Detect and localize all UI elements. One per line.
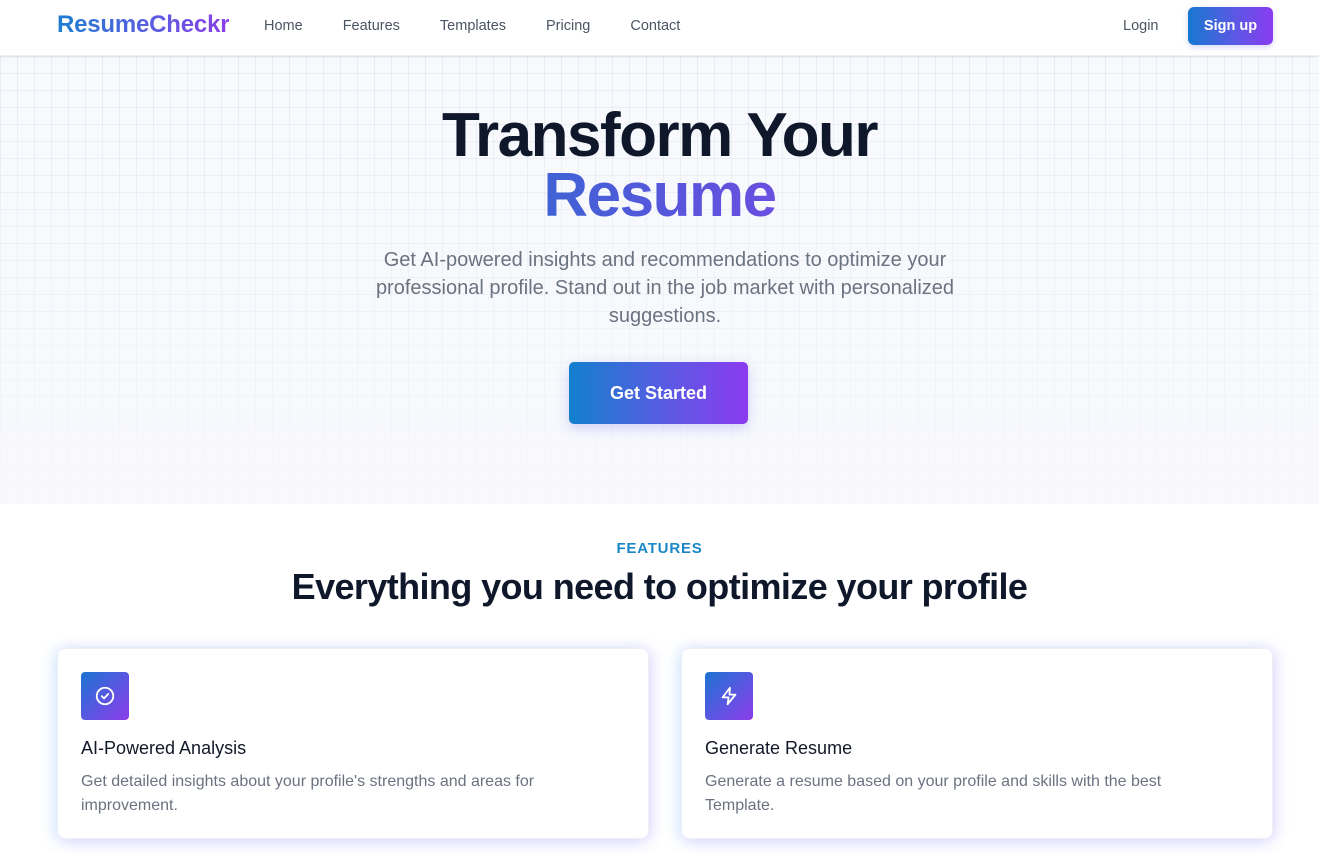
signup-button[interactable]: Sign up (1188, 7, 1273, 45)
logo[interactable]: ResumeCheckr (57, 11, 230, 39)
nav-link-templates[interactable]: Templates (440, 18, 506, 34)
nav-links: Home Features Templates Pricing Contact (264, 18, 720, 34)
get-started-button[interactable]: Get Started (569, 362, 748, 424)
hero-title-line1: Transform Your (442, 101, 878, 170)
nav-link-pricing[interactable]: Pricing (546, 18, 590, 34)
hero-subtitle: Get AI-powered insights and recommendati… (375, 249, 955, 327)
hero-title-accent: Resume (543, 161, 777, 230)
features-eyebrow: FEATURES (616, 540, 703, 557)
lightning-icon (705, 672, 753, 720)
feature-card-generate-resume: Generate Resume Generate a resume based … (681, 648, 1273, 839)
features-heading: Everything you need to optimize your pro… (291, 566, 1028, 607)
login-link[interactable]: Login (1123, 18, 1158, 34)
hero-title: Transform Your Resume (0, 105, 1319, 230)
hero-section: Transform Your Resume Get AI-powered ins… (0, 56, 1319, 504)
feature-card-description: Get detailed insights about your profile… (81, 773, 535, 814)
feature-card-description: Generate a resume based on your profile … (705, 773, 1162, 814)
feature-card-title: Generate Resume (705, 738, 853, 758)
nav-link-contact[interactable]: Contact (630, 18, 680, 34)
feature-card-title: AI-Powered Analysis (81, 738, 247, 758)
nav-link-home[interactable]: Home (264, 18, 303, 34)
feature-card-ai-analysis: AI-Powered Analysis Get detailed insight… (57, 648, 649, 839)
navbar: ResumeCheckr Home Features Templates Pri… (0, 0, 1319, 56)
check-circle-icon (81, 672, 129, 720)
nav-link-features[interactable]: Features (343, 18, 400, 34)
